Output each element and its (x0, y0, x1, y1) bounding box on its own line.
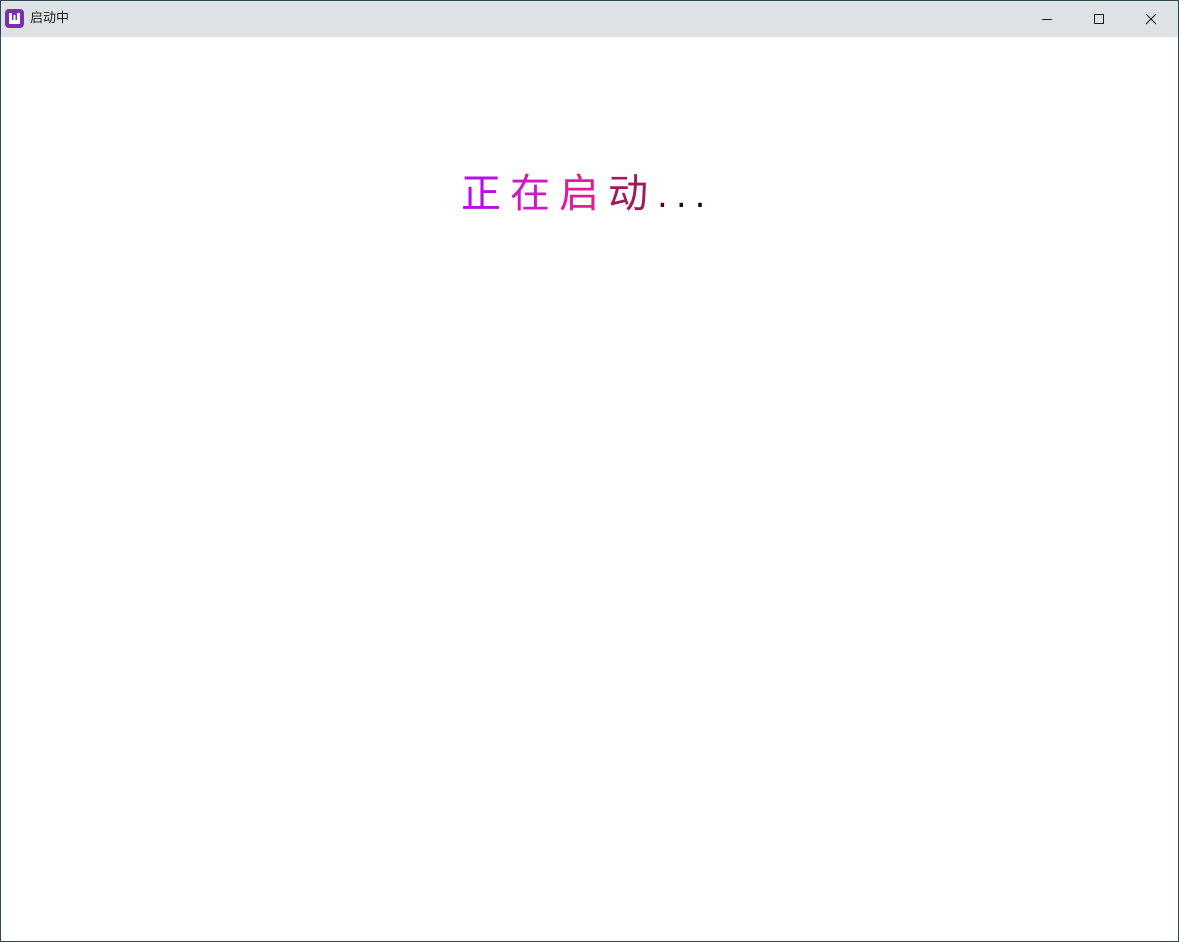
client-area: 正在启动... (1, 37, 1178, 941)
close-icon (1145, 10, 1157, 29)
loading-char: 正 (461, 171, 501, 217)
app-window: 启动中 正在启动... (0, 0, 1179, 942)
app-logo-icon (5, 9, 24, 28)
loading-char: 动 (608, 171, 648, 217)
loading-text: 正在启动... (461, 169, 713, 221)
loading-dot: . (657, 176, 668, 216)
maximize-icon (1093, 10, 1105, 29)
maximize-button[interactable] (1073, 1, 1125, 37)
minimize-icon (1041, 10, 1053, 29)
loading-char: 启 (559, 171, 599, 217)
window-title: 启动中 (30, 11, 70, 26)
loading-dot: . (675, 176, 687, 216)
loading-dot: . (694, 176, 706, 216)
close-button[interactable] (1125, 1, 1177, 37)
minimize-button[interactable] (1021, 1, 1073, 37)
loading-char: 在 (510, 171, 550, 217)
title-bar[interactable]: 启动中 (1, 1, 1178, 37)
